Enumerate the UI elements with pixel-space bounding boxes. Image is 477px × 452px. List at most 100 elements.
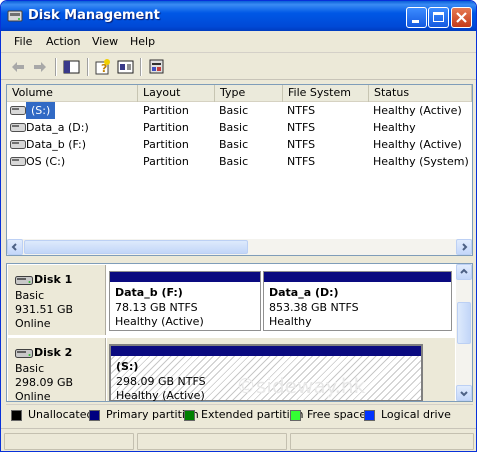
volume-icon — [10, 140, 26, 149]
disk-type: Basic — [15, 362, 45, 375]
partition-size: 78.13 GB NTFS — [115, 301, 198, 314]
status-bar — [1, 428, 476, 451]
hard-disk-icon — [15, 276, 33, 285]
vertical-scrollbar[interactable] — [456, 264, 472, 401]
legend-swatch-primary — [89, 410, 100, 421]
disk-1-partitions: Data_b (F:) 78.13 GB NTFS Healthy (Activ… — [107, 265, 455, 335]
scroll-left-button[interactable] — [7, 239, 23, 255]
partition-data-a[interactable]: Data_a (D:) 853.38 GB NTFS Healthy — [263, 271, 452, 331]
column-header-status[interactable]: Status — [369, 85, 472, 102]
vertical-scroll-thumb[interactable] — [457, 302, 471, 344]
partition-data-b[interactable]: Data_b (F:) 78.13 GB NTFS Healthy (Activ… — [109, 271, 261, 331]
legend-label: Free space — [307, 408, 367, 421]
legend-swatch-free — [290, 410, 301, 421]
partition-status: Healthy — [269, 315, 312, 328]
title-bar[interactable]: Disk Management — [1, 1, 476, 31]
show-hide-console-tree-icon[interactable] — [62, 57, 82, 77]
partition-size: 853.38 GB NTFS — [269, 301, 359, 314]
legend-swatch-extended — [184, 410, 195, 421]
disk-management-window: Disk Management File Action View Help ? … — [0, 0, 477, 452]
volume-icon — [10, 123, 26, 132]
watermark: ©sideway.hk — [236, 374, 366, 398]
menu-file[interactable]: File — [14, 35, 32, 48]
status-cell: Healthy (Active) — [373, 138, 462, 151]
table-row[interactable]: (S:) Partition Basic NTFS Healthy (Activ… — [7, 102, 472, 119]
disk-management-app-icon[interactable] — [7, 8, 23, 24]
hard-disk-icon — [15, 349, 33, 358]
menu-action[interactable]: Action — [46, 35, 80, 48]
volume-name-cell: Data_b (F:) — [26, 138, 87, 151]
properties-icon[interactable] — [116, 57, 136, 77]
help-icon[interactable]: ? — [93, 57, 113, 77]
partition-name: Data_b (F:) — [115, 286, 183, 299]
volume-name-cell: Data_a (D:) — [26, 121, 89, 134]
column-header-file-system[interactable]: File System — [283, 85, 369, 102]
minimize-button[interactable] — [406, 7, 427, 28]
partition-name: Data_a (D:) — [269, 286, 339, 299]
status-segment — [137, 433, 287, 450]
legend-swatch-logical — [364, 410, 375, 421]
scroll-right-button[interactable] — [456, 239, 472, 255]
file-system-cell: NTFS — [287, 138, 316, 151]
close-button[interactable] — [451, 7, 472, 28]
status-cell: Healthy (Active) — [373, 104, 462, 117]
primary-partition-bar — [264, 272, 451, 282]
console-icon[interactable] — [147, 57, 167, 77]
column-header-layout[interactable]: Layout — [138, 85, 215, 102]
type-cell: Basic — [219, 155, 249, 168]
column-header-volume[interactable]: Volume — [7, 85, 138, 102]
chevron-up-icon — [460, 268, 468, 274]
back-arrow-icon[interactable] — [8, 57, 28, 77]
close-icon — [456, 12, 467, 23]
maximize-button[interactable] — [428, 7, 449, 28]
volume-icon — [10, 157, 26, 166]
chevron-left-icon — [11, 243, 17, 251]
menu-bar: File Action View Help — [1, 31, 476, 53]
maximize-icon — [433, 12, 444, 22]
disk-name: Disk 1 — [34, 273, 73, 286]
disk-type: Basic — [15, 289, 45, 302]
table-row[interactable]: Data_b (F:) Partition Basic NTFS Healthy… — [7, 136, 472, 153]
scroll-down-button[interactable] — [456, 385, 472, 401]
horizontal-scrollbar[interactable] — [7, 239, 472, 255]
disk-size: 931.51 GB — [15, 303, 74, 316]
legend-label: Extended partition — [201, 408, 304, 421]
volume-icon — [10, 106, 26, 115]
file-system-cell: NTFS — [287, 155, 316, 168]
status-cell: Healthy (System) — [373, 155, 469, 168]
volume-name-cell: (S:) — [26, 102, 56, 119]
file-system-cell: NTFS — [287, 121, 316, 134]
menu-help[interactable]: Help — [130, 35, 155, 48]
toolbar-separator — [140, 58, 142, 76]
status-segment — [290, 433, 474, 450]
horizontal-scroll-thumb[interactable] — [24, 240, 248, 254]
partition-s-selected[interactable]: (S:) 298.09 GB NTFS Healthy (Active) ©si… — [109, 344, 423, 401]
layout-cell: Partition — [143, 121, 189, 134]
disk-2-partitions: (S:) 298.09 GB NTFS Healthy (Active) ©si… — [107, 338, 455, 401]
forward-arrow-icon[interactable] — [30, 57, 50, 77]
volume-list-headers: Volume Layout Type File System Status — [7, 85, 472, 102]
volume-list[interactable]: Volume Layout Type File System Status (S… — [6, 84, 473, 256]
column-header-type[interactable]: Type — [215, 85, 283, 102]
table-row[interactable]: Data_a (D:) Partition Basic NTFS Healthy — [7, 119, 472, 136]
layout-cell: Partition — [143, 138, 189, 151]
table-row[interactable]: OS (C:) Partition Basic NTFS Healthy (Sy… — [7, 153, 472, 170]
disk-1-label-panel[interactable]: Disk 1 Basic 931.51 GB Online — [8, 265, 106, 335]
partition-size: 298.09 GB NTFS — [116, 375, 206, 388]
toolbar: ? — [1, 54, 476, 80]
volume-name-cell: OS (C:) — [26, 155, 66, 168]
type-cell: Basic — [219, 121, 249, 134]
status-cell: Healthy — [373, 121, 416, 134]
disk-state: Online — [15, 317, 51, 330]
layout-cell: Partition — [143, 104, 189, 117]
partition-status: Healthy (Active) — [115, 315, 204, 328]
chevron-right-icon — [462, 243, 468, 251]
disk-graph-pane[interactable]: Disk 1 Basic 931.51 GB Online Data_b (F:… — [6, 263, 473, 402]
legend-label: Unallocated — [28, 408, 94, 421]
scroll-up-button[interactable] — [456, 264, 472, 280]
window-title: Disk Management — [28, 8, 160, 23]
disk-2-label-panel[interactable]: Disk 2 Basic 298.09 GB Online — [8, 338, 106, 401]
legend: Unallocated Primary partition Extended p… — [6, 404, 473, 424]
partition-name: (S:) — [116, 360, 139, 373]
menu-view[interactable]: View — [92, 35, 118, 48]
